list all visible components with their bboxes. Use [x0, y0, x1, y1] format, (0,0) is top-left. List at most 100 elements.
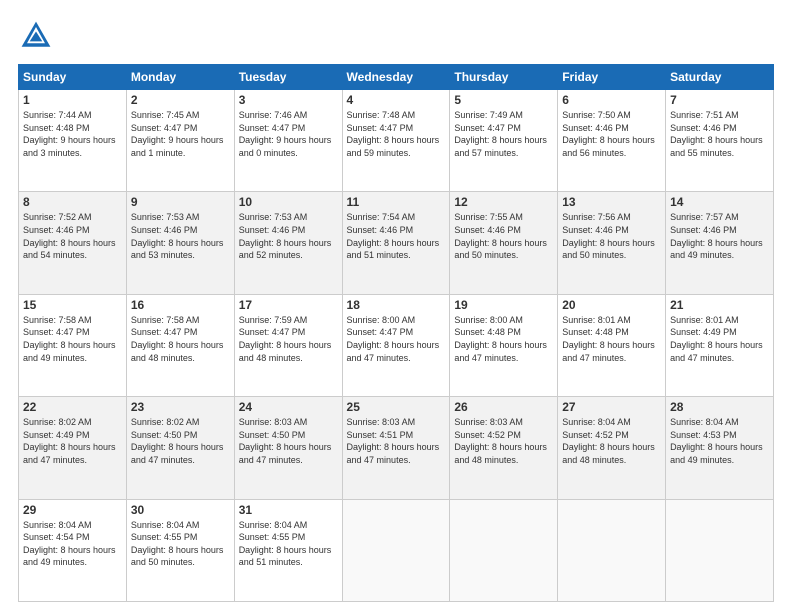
calendar-day-cell: 10 Sunrise: 7:53 AMSunset: 4:46 PMDayligh…	[234, 192, 342, 294]
day-detail: Sunrise: 7:59 AMSunset: 4:47 PMDaylight:…	[239, 315, 332, 363]
calendar-day-cell: 16 Sunrise: 7:58 AMSunset: 4:47 PMDayligh…	[126, 294, 234, 396]
calendar-week-row: 8Sunrise: 7:52 AMSunset: 4:46 PMDaylight…	[19, 192, 774, 294]
calendar-day-cell: 15 Sunrise: 7:58 AMSunset: 4:47 PMDayligh…	[19, 294, 127, 396]
day-number: 15	[23, 298, 122, 312]
calendar-day-cell: 12Sunrise: 7:55 AMSunset: 4:46 PMDayligh…	[450, 192, 558, 294]
day-number: 3	[239, 93, 338, 107]
logo-icon	[18, 18, 54, 54]
logo	[18, 18, 60, 54]
weekday-header: Wednesday	[342, 65, 450, 90]
day-number: 29	[23, 503, 122, 517]
day-detail: Sunrise: 7:58 AMSunset: 4:47 PMDaylight:…	[23, 315, 116, 363]
day-number: 2	[131, 93, 230, 107]
calendar-day-cell: 28 Sunrise: 8:04 AMSunset: 4:53 PMDayligh…	[666, 397, 774, 499]
calendar-week-row: 1 Sunrise: 7:44 AMSunset: 4:48 PMDaylight…	[19, 90, 774, 192]
day-number: 18	[347, 298, 446, 312]
calendar-day-cell: 30 Sunrise: 8:04 AMSunset: 4:55 PMDayligh…	[126, 499, 234, 601]
day-detail: Sunrise: 7:56 AMSunset: 4:46 PMDaylight:…	[562, 212, 655, 260]
calendar-day-cell: 22Sunrise: 8:02 AMSunset: 4:49 PMDayligh…	[19, 397, 127, 499]
calendar-day-cell: 1 Sunrise: 7:44 AMSunset: 4:48 PMDaylight…	[19, 90, 127, 192]
calendar-table: SundayMondayTuesdayWednesdayThursdayFrid…	[18, 64, 774, 602]
day-number: 16	[131, 298, 230, 312]
day-number: 24	[239, 400, 338, 414]
day-detail: Sunrise: 8:04 AMSunset: 4:54 PMDaylight:…	[23, 520, 116, 568]
calendar-week-row: 22Sunrise: 8:02 AMSunset: 4:49 PMDayligh…	[19, 397, 774, 499]
day-number: 13	[562, 195, 661, 209]
weekday-header: Tuesday	[234, 65, 342, 90]
calendar-day-cell: 25 Sunrise: 8:03 AMSunset: 4:51 PMDayligh…	[342, 397, 450, 499]
weekday-header: Thursday	[450, 65, 558, 90]
calendar-day-cell: 5Sunrise: 7:49 AMSunset: 4:47 PMDaylight…	[450, 90, 558, 192]
calendar-day-cell	[558, 499, 666, 601]
day-detail: Sunrise: 8:04 AMSunset: 4:55 PMDaylight:…	[239, 520, 332, 568]
day-number: 11	[347, 195, 446, 209]
day-number: 9	[131, 195, 230, 209]
day-number: 8	[23, 195, 122, 209]
calendar-day-cell	[342, 499, 450, 601]
day-detail: Sunrise: 8:04 AMSunset: 4:53 PMDaylight:…	[670, 417, 763, 465]
day-number: 21	[670, 298, 769, 312]
day-detail: Sunrise: 8:01 AMSunset: 4:48 PMDaylight:…	[562, 315, 655, 363]
day-number: 27	[562, 400, 661, 414]
day-number: 30	[131, 503, 230, 517]
day-number: 1	[23, 93, 122, 107]
day-number: 6	[562, 93, 661, 107]
day-detail: Sunrise: 8:02 AMSunset: 4:50 PMDaylight:…	[131, 417, 224, 465]
day-number: 5	[454, 93, 553, 107]
day-detail: Sunrise: 7:46 AMSunset: 4:47 PMDaylight:…	[239, 110, 332, 158]
day-detail: Sunrise: 7:53 AMSunset: 4:46 PMDaylight:…	[131, 212, 224, 260]
day-detail: Sunrise: 8:02 AMSunset: 4:49 PMDaylight:…	[23, 417, 116, 465]
calendar-day-cell: 4 Sunrise: 7:48 AMSunset: 4:47 PMDaylight…	[342, 90, 450, 192]
calendar-day-cell: 26Sunrise: 8:03 AMSunset: 4:52 PMDayligh…	[450, 397, 558, 499]
day-detail: Sunrise: 7:54 AMSunset: 4:46 PMDaylight:…	[347, 212, 440, 260]
calendar-day-cell: 18Sunrise: 8:00 AMSunset: 4:47 PMDayligh…	[342, 294, 450, 396]
calendar-day-cell: 29 Sunrise: 8:04 AMSunset: 4:54 PMDayligh…	[19, 499, 127, 601]
day-number: 28	[670, 400, 769, 414]
weekday-header: Monday	[126, 65, 234, 90]
calendar-day-cell: 31Sunrise: 8:04 AMSunset: 4:55 PMDayligh…	[234, 499, 342, 601]
page: SundayMondayTuesdayWednesdayThursdayFrid…	[0, 0, 792, 612]
calendar-day-cell: 21 Sunrise: 8:01 AMSunset: 4:49 PMDayligh…	[666, 294, 774, 396]
weekday-header: Sunday	[19, 65, 127, 90]
day-detail: Sunrise: 7:48 AMSunset: 4:47 PMDaylight:…	[347, 110, 440, 158]
day-detail: Sunrise: 7:58 AMSunset: 4:47 PMDaylight:…	[131, 315, 224, 363]
calendar-day-cell: 23 Sunrise: 8:02 AMSunset: 4:50 PMDayligh…	[126, 397, 234, 499]
day-detail: Sunrise: 8:03 AMSunset: 4:50 PMDaylight:…	[239, 417, 332, 465]
day-number: 4	[347, 93, 446, 107]
calendar-day-cell: 17 Sunrise: 7:59 AMSunset: 4:47 PMDayligh…	[234, 294, 342, 396]
day-detail: Sunrise: 7:53 AMSunset: 4:46 PMDaylight:…	[239, 212, 332, 260]
day-detail: Sunrise: 8:04 AMSunset: 4:52 PMDaylight:…	[562, 417, 655, 465]
calendar-day-cell: 8Sunrise: 7:52 AMSunset: 4:46 PMDaylight…	[19, 192, 127, 294]
day-number: 17	[239, 298, 338, 312]
day-number: 14	[670, 195, 769, 209]
day-detail: Sunrise: 7:51 AMSunset: 4:46 PMDaylight:…	[670, 110, 763, 158]
calendar-week-row: 15 Sunrise: 7:58 AMSunset: 4:47 PMDayligh…	[19, 294, 774, 396]
weekday-header: Friday	[558, 65, 666, 90]
day-number: 7	[670, 93, 769, 107]
day-detail: Sunrise: 8:03 AMSunset: 4:52 PMDaylight:…	[454, 417, 547, 465]
day-detail: Sunrise: 8:01 AMSunset: 4:49 PMDaylight:…	[670, 315, 763, 363]
weekday-header: Saturday	[666, 65, 774, 90]
day-number: 12	[454, 195, 553, 209]
day-detail: Sunrise: 8:04 AMSunset: 4:55 PMDaylight:…	[131, 520, 224, 568]
calendar-day-cell: 20 Sunrise: 8:01 AMSunset: 4:48 PMDayligh…	[558, 294, 666, 396]
day-number: 20	[562, 298, 661, 312]
calendar-day-cell	[666, 499, 774, 601]
day-number: 10	[239, 195, 338, 209]
calendar-day-cell: 13 Sunrise: 7:56 AMSunset: 4:46 PMDayligh…	[558, 192, 666, 294]
day-detail: Sunrise: 7:44 AMSunset: 4:48 PMDaylight:…	[23, 110, 116, 158]
calendar-day-cell: 19Sunrise: 8:00 AMSunset: 4:48 PMDayligh…	[450, 294, 558, 396]
calendar-day-cell: 27 Sunrise: 8:04 AMSunset: 4:52 PMDayligh…	[558, 397, 666, 499]
day-number: 25	[347, 400, 446, 414]
calendar-day-cell: 2Sunrise: 7:45 AMSunset: 4:47 PMDaylight…	[126, 90, 234, 192]
calendar-day-cell: 24 Sunrise: 8:03 AMSunset: 4:50 PMDayligh…	[234, 397, 342, 499]
day-detail: Sunrise: 8:03 AMSunset: 4:51 PMDaylight:…	[347, 417, 440, 465]
calendar-day-cell: 6 Sunrise: 7:50 AMSunset: 4:46 PMDaylight…	[558, 90, 666, 192]
header	[18, 18, 774, 54]
calendar-day-cell: 7 Sunrise: 7:51 AMSunset: 4:46 PMDaylight…	[666, 90, 774, 192]
calendar-day-cell: 14Sunrise: 7:57 AMSunset: 4:46 PMDayligh…	[666, 192, 774, 294]
day-number: 23	[131, 400, 230, 414]
day-detail: Sunrise: 7:50 AMSunset: 4:46 PMDaylight:…	[562, 110, 655, 158]
calendar-day-cell: 3 Sunrise: 7:46 AMSunset: 4:47 PMDaylight…	[234, 90, 342, 192]
day-number: 19	[454, 298, 553, 312]
